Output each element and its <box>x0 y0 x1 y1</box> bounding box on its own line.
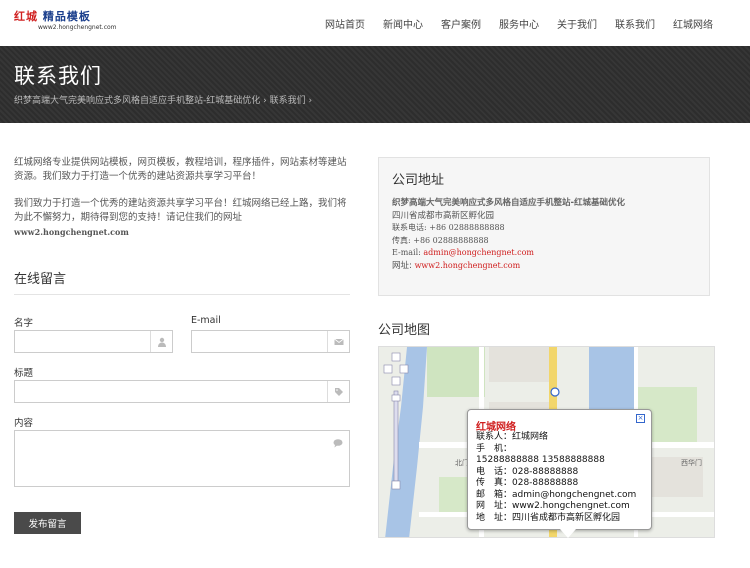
nav-home[interactable]: 网站首页 <box>325 16 365 31</box>
page-title: 联系我们 <box>14 64 102 88</box>
breadcrumb-current[interactable]: 联系我们 <box>270 96 306 106</box>
nav-news[interactable]: 新闻中心 <box>383 16 423 31</box>
company-name: 织梦高端大气完美响应式多风格自适应手机整站-红城基础优化 <box>392 198 626 208</box>
content-label: 内容 <box>14 418 34 429</box>
breadcrumb-separator: › <box>308 96 313 106</box>
breadcrumb-home[interactable]: 织梦高端大气完美响应式多风格自适应手机整站-红城基础优化 <box>14 96 260 106</box>
popup-details: 联系人：红城网络 手 机： 15288888888 13588888888 电 … <box>476 432 636 524</box>
name-label: 名字 <box>14 318 34 329</box>
site-link[interactable]: www2.hongchengnet.com <box>415 261 521 270</box>
popup-site: 网 址：www2.hongchengnet.com <box>476 501 630 511</box>
company-email: E-mail: admin@hongchengnet.com <box>392 247 625 260</box>
tag-icon <box>327 381 349 402</box>
nav-about[interactable]: 关于我们 <box>557 16 597 31</box>
popup-tel: 电 话：028-88888888 <box>476 466 579 477</box>
intro-text: 红城网络专业提供网站模板，网页模板，教程培训，程序插件，网站素材等建站资源。我们… <box>14 156 354 239</box>
name-field[interactable] <box>14 330 173 353</box>
envelope-icon <box>327 331 349 352</box>
form-divider <box>14 294 350 295</box>
address-title: 公司地址 <box>392 173 445 188</box>
map-title: 公司地图 <box>378 323 431 338</box>
logo[interactable]: 红城 精品模板 www2.hongchengnet.com <box>14 8 117 36</box>
site-header: 红城 精品模板 www2.hongchengnet.com 网站首页 新闻中心 … <box>0 0 750 46</box>
logo-brand-b: 精品模板 <box>42 10 91 23</box>
popup-title: 红城网络 <box>476 422 516 433</box>
email-prefix: E-mail: <box>392 248 424 257</box>
logo-title: 红城 精品模板 <box>14 8 91 24</box>
popup-pointer <box>560 529 576 538</box>
popup-email: 邮 箱：admin@hongchengnet.com <box>476 489 637 500</box>
breadcrumb: 织梦高端大气完美响应式多风格自适应手机整站-红城基础优化 › 联系我们 › <box>14 93 312 106</box>
logo-url: www2.hongchengnet.com <box>38 24 117 31</box>
site-prefix: 网址: <box>392 260 415 271</box>
company-fax: 传真: +86 02888888888 <box>392 235 489 245</box>
email-field[interactable] <box>191 330 350 353</box>
page-banner: 联系我们 织梦高端大气完美响应式多风格自适应手机整站-红城基础优化 › 联系我们… <box>0 46 750 123</box>
popup-fax: 传 真：028-88888888 <box>476 478 579 488</box>
nav-cases[interactable]: 客户案例 <box>441 16 481 31</box>
popup-contact: 联系人：红城网络 <box>476 432 549 442</box>
popup-mobile: 15288888888 13588888888 <box>476 455 605 465</box>
company-location: 四川省成都市高新区孵化园 <box>392 210 495 221</box>
logo-brand-a: 红城 <box>14 10 38 23</box>
popup-address: 地 址：四川省成都市高新区孵化园 <box>476 512 621 523</box>
breadcrumb-separator: › <box>263 96 267 106</box>
nav-contact[interactable]: 联系我们 <box>615 16 655 31</box>
company-site: 网址: www2.hongchengnet.com <box>392 260 625 273</box>
nav-service[interactable]: 服务中心 <box>499 16 539 31</box>
form-title: 在线留言 <box>14 272 67 287</box>
content-textarea[interactable] <box>14 430 350 487</box>
email-link[interactable]: admin@hongchengnet.com <box>423 248 534 257</box>
intro-paragraph-2: 我们致力于打造一个优秀的建站资源共享学习平台！红城网络已经上路，我们将为此不懈努… <box>14 198 347 223</box>
close-icon[interactable]: × <box>636 414 645 423</box>
subject-label: 标题 <box>14 368 34 379</box>
submit-button[interactable]: 发布留言 <box>14 512 81 534</box>
intro-paragraph-1: 红城网络专业提供网站模板，网页模板，教程培训，程序插件，网站素材等建站资源。我们… <box>14 157 347 182</box>
popup-mobile-label: 手 机： <box>476 443 513 454</box>
comment-icon <box>327 431 349 454</box>
map-label-xihuamen: 西华门 <box>681 458 702 467</box>
subject-field[interactable] <box>14 380 350 403</box>
user-icon <box>150 331 172 352</box>
email-label: E-mail <box>191 315 221 326</box>
address-box: 公司地址 织梦高端大气完美响应式多风格自适应手机整站-红城基础优化 四川省成都市… <box>378 157 710 296</box>
nav-hongcheng[interactable]: 红城网络 <box>673 16 713 31</box>
intro-url: www2.hongchengnet.com <box>14 227 129 237</box>
address-details: 织梦高端大气完美响应式多风格自适应手机整站-红城基础优化 四川省成都市高新区孵化… <box>392 197 625 272</box>
company-phone: 联系电话: +86 02888888888 <box>392 223 505 232</box>
map-info-window: 红城网络 × 联系人：红城网络 手 机： 15288888888 1358888… <box>467 409 652 538</box>
main-nav: 网站首页 新闻中心 客户案例 服务中心 关于我们 联系我们 红城网络 <box>325 0 713 46</box>
